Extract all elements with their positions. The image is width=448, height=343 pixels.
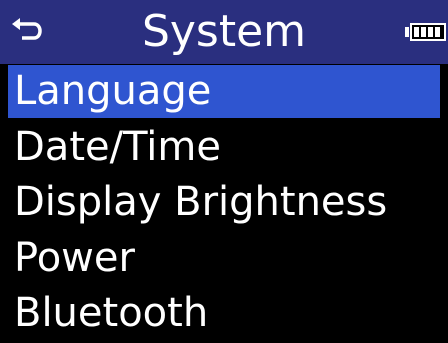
menu-item-language[interactable]: Language xyxy=(8,65,440,118)
menu-item-display-brightness[interactable]: Display Brightness xyxy=(8,176,440,229)
menu-item-power[interactable]: Power xyxy=(8,232,440,285)
page-title: System xyxy=(141,6,307,57)
menu-item-bluetooth[interactable]: Bluetooth xyxy=(8,287,440,340)
menu-item-date-time[interactable]: Date/Time xyxy=(8,121,440,174)
battery-icon xyxy=(405,23,446,41)
header-bar: System xyxy=(0,0,448,64)
back-arrow-icon[interactable] xyxy=(8,15,48,49)
device-screen: System Language Date/Time Display Bright… xyxy=(0,0,448,343)
